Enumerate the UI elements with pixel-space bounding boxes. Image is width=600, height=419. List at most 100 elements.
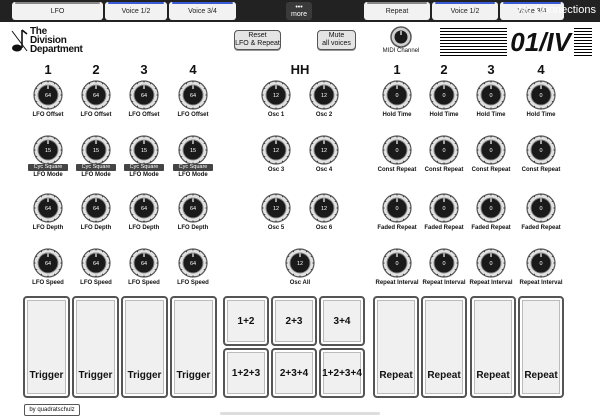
repeat-faded-knob[interactable]: 0 [382, 193, 412, 223]
repeat-interval-knob[interactable]: 0 [526, 248, 556, 278]
lfo-speed-label: LFO Speed [177, 280, 209, 286]
knob-value: 0 [442, 206, 445, 212]
repeat-faded-knob[interactable]: 0 [429, 193, 459, 223]
tab-voice-3-4-left[interactable]: Voice 3/4 [169, 2, 236, 20]
repeat-faded-label: Faded Repeat [471, 225, 511, 231]
column-number: 3 [487, 62, 495, 77]
knob-value: 0 [489, 93, 492, 99]
pad-label: Repeat [427, 370, 461, 381]
tab-label: LFO [50, 7, 65, 15]
knob-value: 64 [141, 206, 147, 212]
repeat-const-knob[interactable]: 0 [526, 135, 556, 165]
tab-repeat[interactable]: Repeat [364, 2, 430, 20]
tab-label: Voice 3/4 [188, 7, 217, 15]
lfo-mode-knob[interactable]: 15 [178, 135, 208, 165]
hh-osc-knob[interactable]: 12 [309, 135, 339, 165]
logo: The Division Department [10, 27, 120, 55]
repeat-hold-knob[interactable]: 0 [382, 80, 412, 110]
column-number: 1 [393, 62, 401, 77]
knob-value: 15 [93, 148, 99, 154]
pad-label: 2+3 [285, 316, 303, 327]
trigger-pad[interactable]: Trigger [23, 296, 70, 398]
mute-button[interactable]: Mute all voices [317, 30, 356, 50]
lfo-offset-knob[interactable]: 64 [81, 80, 111, 110]
knob-value: 12 [273, 148, 279, 154]
repeat-hold-knob[interactable]: 0 [476, 80, 506, 110]
dots-icon: ••• [295, 4, 303, 11]
trigger-pad[interactable]: Trigger [72, 296, 119, 398]
combo-pad[interactable]: 1+2 [223, 296, 269, 346]
pad-label: 1+2+3+4 [322, 368, 362, 379]
hh-osc-knob[interactable]: 12 [309, 80, 339, 110]
hh-osc-label: Osc 6 [315, 225, 333, 231]
combo-pad[interactable]: 2+3+4 [271, 348, 317, 398]
knob-value: 15 [141, 148, 147, 154]
lfo-mode-knob[interactable]: 15 [33, 135, 63, 165]
tab-voice-1-2-left[interactable]: Voice 1/2 [105, 2, 167, 20]
repeat-pad[interactable]: Repeat [470, 296, 516, 398]
lfo-speed-knob[interactable]: 64 [129, 248, 159, 278]
tab-voice-1-2-right[interactable]: Voice 1/2 [432, 2, 498, 20]
trigger-pad[interactable]: Trigger [170, 296, 217, 398]
credit-badge[interactable]: by quadratschulz [24, 404, 80, 416]
home-indicator [220, 412, 380, 415]
repeat-hold-knob[interactable]: 0 [526, 80, 556, 110]
app-root: LFO Voice 1/2 Voice 3/4 ••• more Repeat V… [0, 0, 600, 419]
column-number: 4 [189, 62, 197, 77]
tab-lfo[interactable]: LFO [12, 2, 103, 20]
lfo-depth-knob[interactable]: 64 [33, 193, 63, 223]
lfo-depth-knob[interactable]: 64 [81, 193, 111, 223]
lfo-mode-knob[interactable]: 15 [129, 135, 159, 165]
hh-osc-knob[interactable]: 12 [261, 135, 291, 165]
hh-osc-all-knob[interactable]: 12 [285, 248, 315, 278]
combo-pad[interactable]: 1+2+3 [223, 348, 269, 398]
lfo-mode-type: Cyc Square [28, 164, 68, 171]
lfo-depth-label: LFO Depth [177, 225, 209, 231]
midi-channel-label: MIDI Channel [382, 48, 420, 54]
column-number: 3 [140, 62, 148, 77]
repeat-pad[interactable]: Repeat [373, 296, 419, 398]
lfo-speed-knob[interactable]: 64 [33, 248, 63, 278]
hh-osc-knob[interactable]: 12 [261, 80, 291, 110]
top-tab-bar: LFO Voice 1/2 Voice 3/4 ••• more Repeat V… [0, 0, 600, 22]
repeat-interval-knob[interactable]: 0 [382, 248, 412, 278]
knob-value: 0 [489, 261, 492, 267]
lfo-offset-knob[interactable]: 64 [178, 80, 208, 110]
repeat-faded-knob[interactable]: 0 [526, 193, 556, 223]
combo-pad[interactable]: 1+2+3+4 [319, 348, 365, 398]
combo-pad[interactable]: 2+3 [271, 296, 317, 346]
repeat-const-knob[interactable]: 0 [429, 135, 459, 165]
repeat-hold-knob[interactable]: 0 [429, 80, 459, 110]
more-button[interactable]: ••• more [286, 2, 312, 20]
repeat-const-knob[interactable]: 0 [476, 135, 506, 165]
lfo-depth-knob[interactable]: 64 [178, 193, 208, 223]
hh-title: HH [290, 62, 310, 77]
repeat-pad[interactable]: Repeat [421, 296, 467, 398]
knob-value: 64 [190, 206, 196, 212]
knob-value: 12 [321, 148, 327, 154]
lfo-offset-knob[interactable]: 64 [33, 80, 63, 110]
hh-osc-knob[interactable]: 12 [261, 193, 291, 223]
hh-osc-label: Osc 2 [315, 112, 333, 118]
reset-button[interactable]: Reset LFO & Repeat [234, 30, 281, 50]
knob-value: 0 [539, 206, 542, 212]
combo-pad[interactable]: 3+4 [319, 296, 365, 346]
knob-value: 12 [321, 93, 327, 99]
lfo-depth-knob[interactable]: 64 [129, 193, 159, 223]
repeat-interval-knob[interactable]: 0 [429, 248, 459, 278]
lfo-offset-label: LFO Offset [177, 112, 209, 118]
knob-value: 12 [273, 206, 279, 212]
lfo-speed-knob[interactable]: 64 [178, 248, 208, 278]
repeat-faded-knob[interactable]: 0 [476, 193, 506, 223]
lfo-offset-knob[interactable]: 64 [129, 80, 159, 110]
midi-channel-knob[interactable] [390, 26, 412, 48]
trigger-pad[interactable]: Trigger [121, 296, 168, 398]
repeat-pad[interactable]: Repeat [518, 296, 564, 398]
lfo-speed-knob[interactable]: 64 [81, 248, 111, 278]
repeat-const-knob[interactable]: 0 [382, 135, 412, 165]
reset-label-1: Reset [248, 32, 267, 39]
hh-osc-knob[interactable]: 12 [309, 193, 339, 223]
connection-status: No Connections [517, 4, 596, 16]
repeat-interval-knob[interactable]: 0 [476, 248, 506, 278]
lfo-mode-knob[interactable]: 15 [81, 135, 111, 165]
